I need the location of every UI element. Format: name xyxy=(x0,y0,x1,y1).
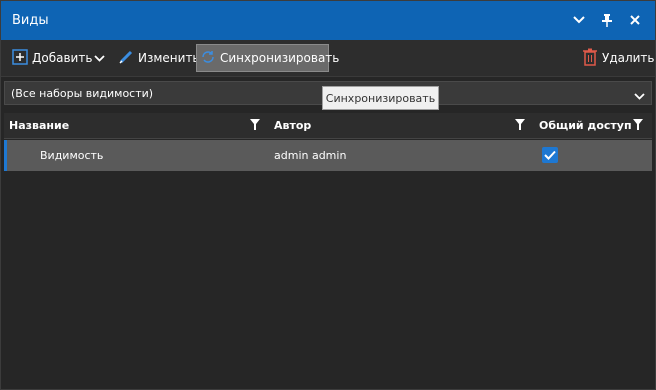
edit-label: Изменить xyxy=(138,51,200,65)
delete-button[interactable]: Удалить xyxy=(579,44,656,72)
sync-label: Синхронизировать xyxy=(220,51,340,65)
shared-checkbox[interactable] xyxy=(542,147,558,163)
column-header-author[interactable]: Автор xyxy=(274,119,311,132)
delete-label: Удалить xyxy=(602,51,655,65)
add-dropdown-chevron-icon[interactable] xyxy=(91,50,107,66)
add-icon xyxy=(12,48,28,68)
pin-icon[interactable] xyxy=(599,12,615,28)
filter-icon[interactable] xyxy=(515,119,525,131)
sync-button[interactable]: Синхронизировать xyxy=(196,44,339,72)
add-button[interactable]: Добавить xyxy=(9,44,95,72)
trash-icon xyxy=(582,48,598,69)
close-icon[interactable] xyxy=(627,12,643,28)
panel-title: Виды xyxy=(12,13,49,28)
filter-icon[interactable] xyxy=(633,119,643,131)
sync-tooltip: Синхронизировать xyxy=(322,86,439,110)
panel-titlebar: Виды xyxy=(1,1,655,40)
views-panel: Виды Добавить Изменить Синхронизировать … xyxy=(0,0,656,390)
tooltip-text: Синхронизировать xyxy=(325,91,436,105)
pencil-icon xyxy=(118,49,134,68)
column-header-name[interactable]: Название xyxy=(9,119,69,132)
filter-icon[interactable] xyxy=(250,119,260,131)
cell-name: Видимость xyxy=(40,149,104,162)
dropdown-value: (Все наборы видимости) xyxy=(11,87,154,100)
table-header: Название Автор Общий доступ xyxy=(4,113,652,139)
row-selection-marker xyxy=(4,140,7,171)
table-row[interactable]: Видимость admin admin xyxy=(4,140,652,171)
column-header-shared[interactable]: Общий доступ xyxy=(539,119,632,132)
edit-button[interactable]: Изменить xyxy=(115,44,203,72)
cell-author: admin admin xyxy=(274,149,347,162)
toolbar: Добавить Изменить Синхронизировать Удали… xyxy=(1,40,655,77)
add-label: Добавить xyxy=(32,51,93,65)
dropdown-chevron-icon xyxy=(634,89,645,103)
sync-icon xyxy=(200,49,216,68)
chevron-down-icon[interactable] xyxy=(571,12,587,28)
